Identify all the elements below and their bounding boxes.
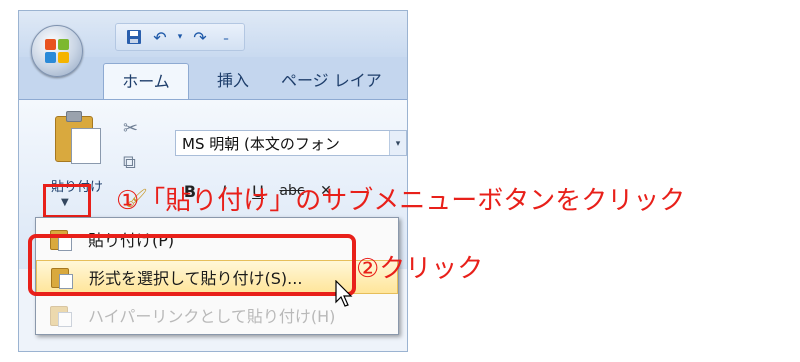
undo-icon[interactable]: ↶ [150,27,170,47]
paste-icon [47,110,103,166]
office-button-icon [45,39,69,63]
undo-dropdown-icon[interactable]: ▾ [176,27,184,47]
qat-customize-icon[interactable]: ₌ [216,27,236,47]
tab-insert[interactable]: 挿入 [201,63,265,99]
office-button[interactable] [31,25,83,77]
mouse-cursor-icon [335,280,353,307]
font-name-select[interactable]: MS 明朝 (本文のフォン ▾ [175,130,407,156]
font-dropdown-icon: ▾ [389,131,406,155]
annotation-step2: ②クリック [356,254,484,284]
menu-item-label: ハイパーリンクとして貼り付け(H) [88,307,336,326]
highlight-box-paste-special [28,234,356,296]
copy-icon[interactable]: ⧉ [123,152,136,173]
tab-home[interactable]: ホーム [103,63,189,100]
font-name-value: MS 明朝 (本文のフォン [182,135,340,153]
cut-icon[interactable]: ✂ [123,118,138,139]
paste-hyperlink-icon [50,304,72,327]
quick-access-toolbar: ↶ ▾ ↷ ₌ [115,23,245,51]
chevron-down-icon: ▼ [61,197,69,208]
tab-page-layout[interactable]: ページ レイア [281,63,407,99]
save-icon[interactable] [124,27,144,47]
redo-icon[interactable]: ↷ [190,27,210,47]
paste-submenu-button[interactable]: ▼ [43,184,91,218]
annotation-step1: ①「貼り付け」のサブメニューボタンをクリック [116,186,686,216]
